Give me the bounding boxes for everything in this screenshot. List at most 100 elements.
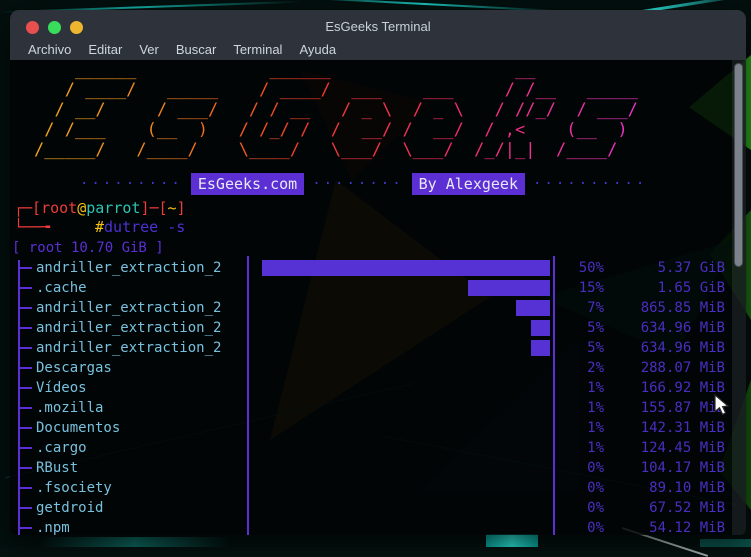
usage-percent: 0%	[587, 520, 604, 535]
menu-item-ayuda[interactable]: Ayuda	[299, 42, 336, 57]
directory-name: andriller_extraction_2	[36, 300, 222, 316]
usage-percent: 0%	[587, 480, 604, 496]
prompt-line-1: ┌─[root@parrot]─[~]	[14, 198, 186, 218]
tree-branch-icon	[18, 527, 32, 529]
dutree-row: RBust 0% 104.17 MiB	[10, 458, 746, 478]
wallpaper-glow	[486, 534, 538, 547]
usage-percent: 1%	[587, 400, 604, 416]
tree-branch-icon	[18, 447, 32, 449]
window-header: EsGeeks Terminal Archivo Editar Ver Busc…	[10, 10, 746, 60]
scrollbar-thumb[interactable]	[734, 63, 743, 267]
tree-branch-icon	[18, 467, 32, 469]
directory-name: andriller_extraction_2	[36, 260, 222, 276]
terminal-content[interactable]: ______ ______ __ / ____/ _____ / ____/ _…	[10, 60, 746, 535]
dutree-row: Descargas 2% 288.07 MiB	[10, 358, 746, 378]
tree-branch-icon	[18, 367, 32, 369]
tree-branch-icon	[18, 487, 32, 489]
prompt-arrow: └──╼	[14, 218, 51, 236]
tree-branch-icon	[18, 267, 32, 269]
dots-decoration: ·········	[80, 176, 183, 192]
menu-bar: Archivo Editar Ver Buscar Terminal Ayuda	[10, 38, 746, 60]
directory-name: andriller_extraction_2	[36, 340, 222, 356]
wallpaper-glow	[40, 537, 230, 547]
dutree-row: .cargo 1% 124.45 MiB	[10, 438, 746, 458]
usage-size: 142.31 MiB	[640, 420, 725, 436]
usage-percent: 1%	[587, 420, 604, 436]
dots-decoration: ··········	[532, 176, 648, 192]
directory-name: .fsociety	[36, 480, 112, 496]
tree-branch-icon	[18, 287, 32, 289]
tree-branch-icon	[18, 427, 32, 429]
desktop: { "window": { "title": "EsGeeks Terminal…	[0, 0, 751, 557]
mouse-cursor-icon	[714, 394, 730, 416]
command-text: #dutree -s	[95, 217, 185, 237]
tree-branch-icon	[18, 327, 32, 329]
dutree-row: .npm 0% 54.12 MiB	[10, 518, 746, 535]
directory-name: .npm	[36, 520, 70, 535]
ascii-banner-text: ______ ______ __ / ____/ _____ / ____/ _…	[34, 60, 638, 160]
prompt-at: @	[77, 199, 87, 217]
usage-percent: 5%	[587, 320, 604, 336]
usage-size: 634.96 MiB	[640, 320, 725, 336]
dutree-row: .cache 15% 1.65 GiB	[10, 278, 746, 298]
prompt-host: parrot	[86, 199, 141, 217]
site-label: EsGeeks.com	[190, 173, 305, 195]
usage-size: 166.92 MiB	[640, 380, 725, 396]
command-value: dutree -s	[104, 218, 186, 236]
command-hash: #	[95, 218, 105, 236]
prompt-path: ~	[167, 199, 177, 217]
dutree-row: Documentos 1% 142.31 MiB	[10, 418, 746, 438]
dutree-row: .fsociety 0% 89.10 MiB	[10, 478, 746, 498]
usage-size: 67.52 MiB	[649, 500, 725, 516]
directory-name: Documentos	[36, 420, 121, 436]
prompt-bracket: ]	[176, 199, 186, 217]
directory-name: .mozilla	[36, 400, 104, 416]
dutree-row: andriller_extraction_2 5% 634.96 MiB	[10, 338, 746, 358]
wallpaper-glow	[700, 539, 751, 547]
usage-percent: 50%	[578, 260, 604, 276]
menu-item-archivo[interactable]: Archivo	[28, 42, 71, 57]
usage-percent: 7%	[587, 300, 604, 316]
menu-item-buscar[interactable]: Buscar	[176, 42, 216, 57]
directory-name: RBust	[36, 460, 79, 476]
usage-size: 1.65 GiB	[657, 280, 725, 296]
prompt-user: root	[41, 199, 78, 217]
author-label: By Alexgeek	[411, 173, 525, 195]
dutree-row: andriller_extraction_2 50% 5.37 GiB	[10, 258, 746, 278]
tree-branch-icon	[18, 407, 32, 409]
usage-bar	[262, 260, 550, 276]
dutree-row: Vídeos 1% 166.92 MiB	[10, 378, 746, 398]
wallpaper-bottom-strip	[0, 527, 751, 557]
dutree-row: getdroid 0% 67.52 MiB	[10, 498, 746, 518]
dutree-row: andriller_extraction_2 7% 865.85 MiB	[10, 298, 746, 318]
tree-branch-icon	[18, 507, 32, 509]
tree-branch-icon	[18, 387, 32, 389]
titlebar[interactable]: EsGeeks Terminal	[10, 10, 746, 38]
scrollbar[interactable]	[732, 60, 746, 535]
dots-decoration: ········	[312, 176, 404, 192]
usage-size: 54.12 MiB	[649, 520, 725, 535]
directory-name: Vídeos	[36, 380, 87, 396]
usage-size: 865.85 MiB	[640, 300, 725, 316]
menu-item-editar[interactable]: Editar	[88, 42, 122, 57]
usage-percent: 1%	[587, 440, 604, 456]
dutree-row: andriller_extraction_2 5% 634.96 MiB	[10, 318, 746, 338]
menu-item-ver[interactable]: Ver	[139, 42, 159, 57]
tree-branch-icon	[18, 307, 32, 309]
tree-branch-icon	[18, 347, 32, 349]
directory-name: Descargas	[36, 360, 112, 376]
usage-percent: 0%	[587, 500, 604, 516]
prompt-bracket: ┌─[	[14, 199, 42, 217]
usage-size: 288.07 MiB	[640, 360, 725, 376]
directory-name: getdroid	[36, 500, 104, 516]
menu-item-terminal[interactable]: Terminal	[233, 42, 282, 57]
window-title: EsGeeks Terminal	[325, 19, 431, 34]
usage-percent: 2%	[587, 360, 604, 376]
prompt-line-2: └──╼	[14, 217, 50, 237]
usage-percent: 0%	[587, 460, 604, 476]
usage-size: 5.37 GiB	[657, 260, 725, 276]
directory-name: .cargo	[36, 440, 87, 456]
dutree-row: .mozilla 1% 155.87 MiB	[10, 398, 746, 418]
usage-size: 104.17 MiB	[640, 460, 725, 476]
terminal-window: EsGeeks Terminal Archivo Editar Ver Busc…	[10, 10, 746, 535]
